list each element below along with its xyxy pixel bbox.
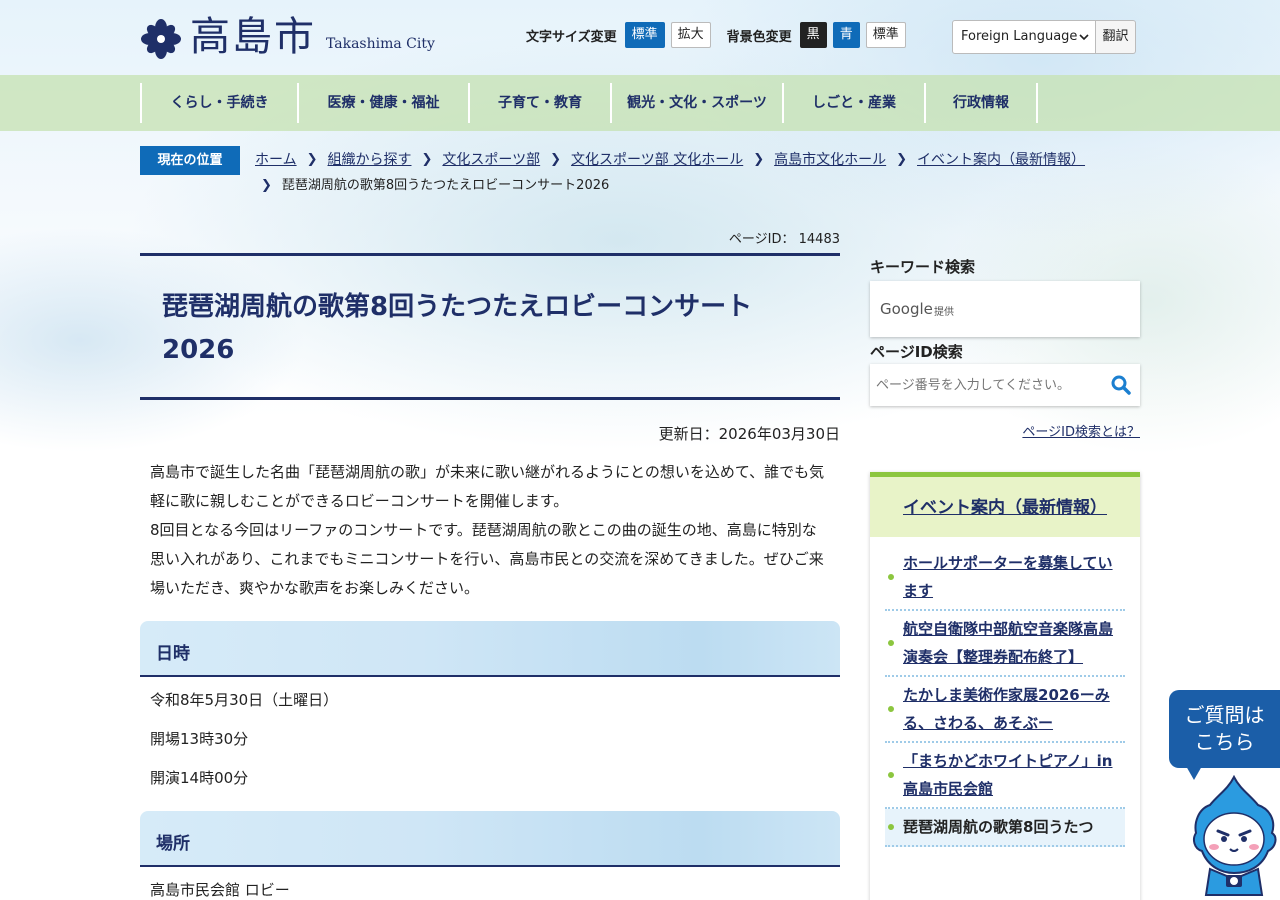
breadcrumb-label: 現在の位置 — [140, 146, 240, 175]
flower-logo-icon — [141, 19, 181, 59]
section-heading-datetime: 日時 — [140, 621, 840, 677]
nav-item-work[interactable]: しごと・産業 — [782, 83, 924, 123]
logo-text: 高島市 — [190, 14, 316, 60]
list-item: ホールサポーターを募集しています — [885, 545, 1125, 611]
page-id-label: ページID： — [728, 232, 795, 247]
breadcrumb-culture-hall[interactable]: 高島市文化ホール — [774, 150, 886, 170]
chevron-right-icon: ❯ — [896, 152, 908, 167]
nav-item-health[interactable]: 医療・健康・福祉 — [297, 83, 468, 123]
site-header: 高島市 Takashima City 文字サイズ変更 標準 拡大 背景色変更 黒… — [0, 0, 1280, 75]
google-provided-label: 提供 — [934, 307, 954, 318]
logo-subtitle: Takashima City — [326, 36, 435, 52]
event-link[interactable]: ホールサポーターを募集しています — [903, 554, 1113, 600]
site-logo[interactable]: 高島市 Takashima City — [140, 14, 435, 60]
datetime-start: 開演14時00分 — [150, 769, 249, 787]
page-id: ページID： 14483 — [640, 228, 840, 247]
pageid-search-box — [870, 364, 1140, 406]
mascot-icon[interactable] — [1188, 775, 1280, 900]
keyword-search-heading: キーワード検索 — [870, 258, 976, 276]
chevron-right-icon: ❯ — [421, 152, 433, 167]
event-link-current: 琵琶湖周航の歌第8回うたつ — [903, 818, 1094, 836]
bg-black-button[interactable]: 黒 — [799, 22, 827, 48]
nav-item-childcare[interactable]: 子育て・教育 — [468, 83, 610, 123]
breadcrumb-culture-sports[interactable]: 文化スポーツ部 — [442, 150, 540, 170]
venue-text: 高島市民会館 ロビー — [150, 881, 290, 899]
font-size-label: 文字サイズ変更 — [526, 29, 617, 45]
list-item: 航空自衛隊中部航空音楽隊高島演奏会【整理券配布終了】 — [885, 611, 1125, 677]
intro-paragraph: 高島市で誕生した名曲「琵琶湖周航の歌」が未来に歌い継がれるようにとの想いを込めて… — [150, 463, 825, 510]
accessibility-tools: 文字サイズ変更 標準 拡大 背景色変更 黒 青 標準 — [526, 22, 912, 48]
updated-date: 更新日：2026年03月30日 — [658, 425, 840, 443]
global-nav-list: くらし・手続き 医療・健康・福祉 子育て・教育 観光・文化・スポーツ しごと・産… — [140, 83, 1038, 123]
breadcrumb-row-current: ❯ 琵琶湖周航の歌第8回うたつたえロビーコンサート2026 — [255, 176, 1115, 196]
page-title-box: 琵琶湖周航の歌第8回うたつたえロビーコンサート2026 — [140, 253, 840, 400]
bg-standard-button[interactable]: 標準 — [865, 22, 906, 48]
list-item-current: 琵琶湖周航の歌第8回うたつ — [885, 809, 1125, 847]
language-selector: Foreign Language 翻訳 — [952, 20, 1136, 54]
nav-item-tourism[interactable]: 観光・文化・スポーツ — [610, 83, 782, 123]
bg-blue-button[interactable]: 青 — [832, 22, 860, 48]
search-icon[interactable] — [1110, 374, 1132, 396]
bg-color-label: 背景色変更 — [726, 29, 792, 45]
breadcrumb-organization[interactable]: 組織から探す — [328, 150, 412, 170]
breadcrumb-row: ホーム ❯ 組織から探す ❯ 文化スポーツ部 ❯ 文化スポーツ部 文化ホール ❯… — [255, 150, 1115, 170]
font-standard-button[interactable]: 標準 — [624, 22, 665, 48]
translate-button[interactable]: 翻訳 — [1096, 20, 1136, 54]
list-item: 「まちかどホワイトピアノ」in高島市民会館 — [885, 743, 1125, 809]
nav-item-administration[interactable]: 行政情報 — [924, 83, 1038, 123]
chevron-right-icon: ❯ — [306, 152, 318, 167]
help-text-line: こちら — [1194, 730, 1255, 754]
list-item: たかしま美術作家展2026ーみる、さわる、あそぶー — [885, 677, 1125, 743]
breadcrumb-current: 琵琶湖周航の歌第8回うたつたえロビーコンサート2026 — [281, 178, 610, 193]
events-list: ホールサポーターを募集しています 航空自衛隊中部航空音楽隊高島演奏会【整理券配布… — [870, 537, 1140, 847]
global-nav: くらし・手続き 医療・健康・福祉 子育て・教育 観光・文化・スポーツ しごと・産… — [0, 75, 1280, 131]
chevron-right-icon: ❯ — [550, 152, 562, 167]
google-logo: Google — [880, 300, 933, 318]
event-link[interactable]: たかしま美術作家展2026ーみる、さわる、あそぶー — [903, 686, 1110, 732]
page-id-value: 14483 — [798, 232, 840, 247]
breadcrumb: ホーム ❯ 組織から探す ❯ 文化スポーツ部 ❯ 文化スポーツ部 文化ホール ❯… — [255, 150, 1115, 196]
chevron-down-icon — [1079, 34, 1089, 41]
events-heading[interactable]: イベント案内（最新情報） — [870, 477, 1140, 537]
datetime-open: 開場13時30分 — [150, 730, 249, 748]
help-text-line: ご質問は — [1184, 703, 1265, 727]
event-link[interactable]: 航空自衛隊中部航空音楽隊高島演奏会【整理券配布終了】 — [903, 620, 1113, 666]
event-link[interactable]: 「まちかどホワイトピアノ」in高島市民会館 — [903, 752, 1112, 798]
help-button[interactable]: ご質問は こちら — [1169, 690, 1280, 768]
intro-paragraph: 8回目となる今回はリーファのコンサートです。琵琶湖周航の歌とこの曲の誕生の地、高… — [150, 521, 824, 597]
breadcrumb-home[interactable]: ホーム — [255, 150, 297, 170]
breadcrumb-events[interactable]: イベント案内（最新情報） — [917, 150, 1085, 170]
language-select[interactable]: Foreign Language — [952, 20, 1096, 54]
page-title: 琵琶湖周航の歌第8回うたつたえロビーコンサート2026 — [162, 292, 753, 365]
section-heading-venue: 場所 — [140, 811, 840, 867]
language-select-value: Foreign Language — [961, 29, 1078, 44]
chevron-right-icon: ❯ — [753, 152, 765, 167]
pageid-search-input[interactable] — [870, 364, 1100, 406]
intro-text: 高島市で誕生した名曲「琵琶湖周航の歌」が未来に歌い継がれるようにとの想いを込めて… — [150, 458, 830, 603]
font-large-button[interactable]: 拡大 — [670, 22, 711, 48]
section-heading-text: 場所 — [156, 834, 190, 854]
pageid-help-link[interactable]: ページID検索とは？ — [870, 421, 1140, 440]
chevron-right-icon: ❯ — [261, 178, 272, 193]
datetime-date: 令和8年5月30日（土曜日） — [150, 691, 339, 709]
keyword-search-input[interactable]: Google 提供 — [870, 281, 1140, 337]
nav-item-living[interactable]: くらし・手続き — [140, 83, 297, 123]
pageid-search-heading: ページID検索 — [870, 343, 963, 361]
breadcrumb-culture-hall-dept[interactable]: 文化スポーツ部 文化ホール — [571, 150, 743, 170]
section-heading-text: 日時 — [156, 644, 190, 664]
events-panel: イベント案内（最新情報） ホールサポーターを募集しています 航空自衛隊中部航空音… — [870, 472, 1140, 900]
